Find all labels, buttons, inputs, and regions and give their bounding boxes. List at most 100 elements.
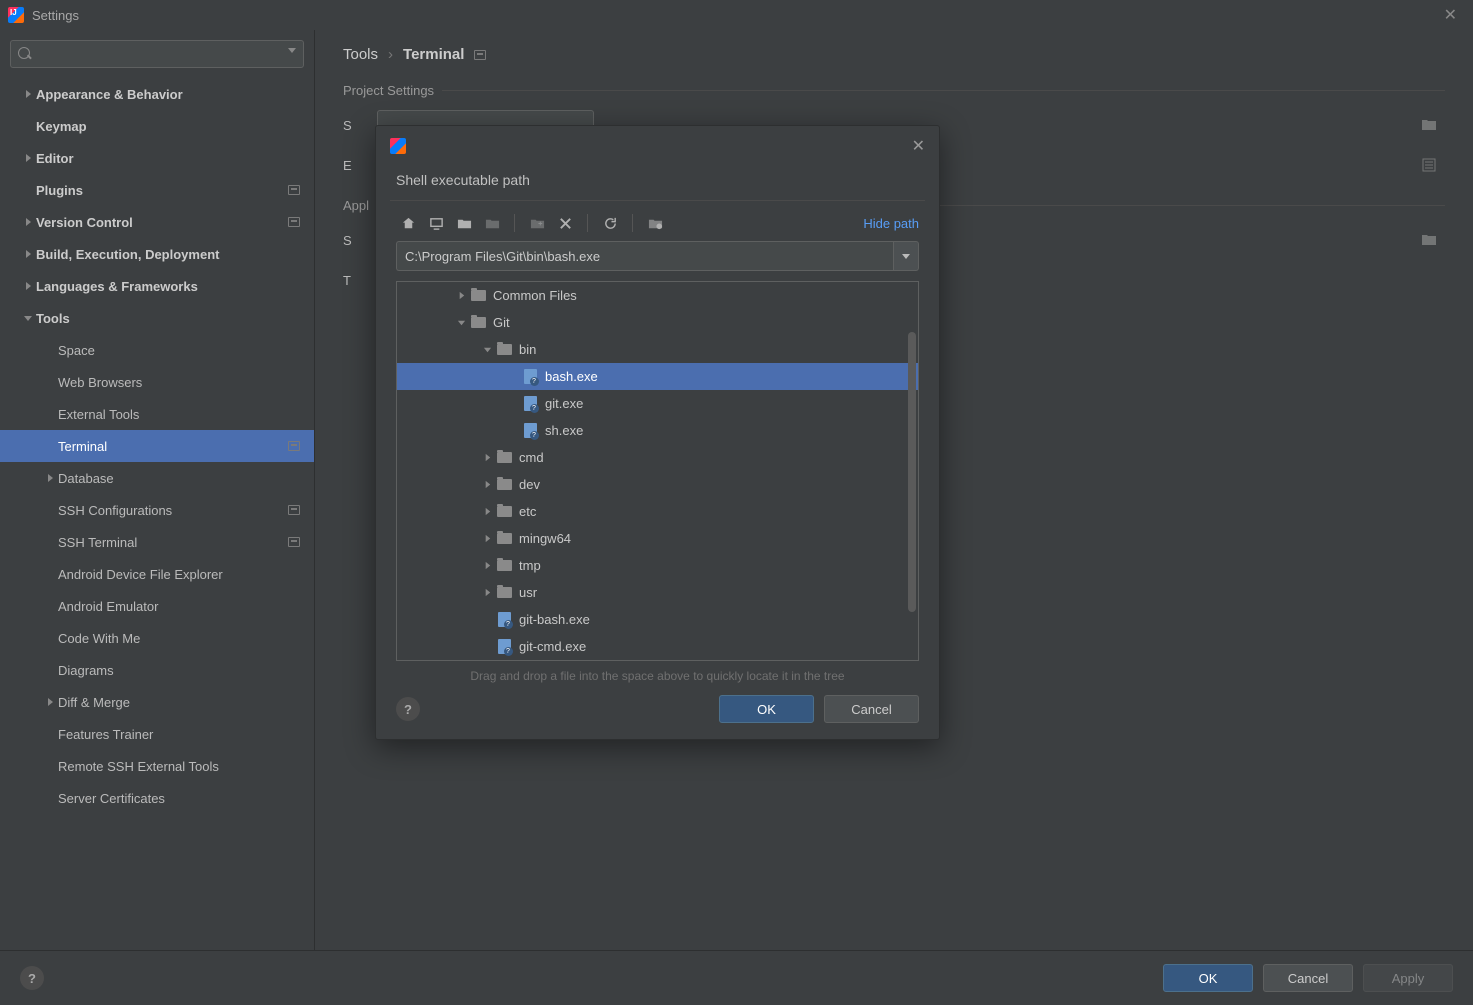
- refresh-icon[interactable]: [598, 211, 622, 235]
- chevron-right-icon[interactable]: [479, 507, 495, 516]
- chevron-right-icon[interactable]: [20, 89, 36, 99]
- home-icon[interactable]: [396, 211, 420, 235]
- sidebar-item-build-execution-deployment[interactable]: Build, Execution, Deployment: [0, 238, 314, 270]
- cancel-button[interactable]: Cancel: [824, 695, 919, 723]
- app-icon: [390, 138, 406, 154]
- file-tree-item[interactable]: LICENSE.txt: [397, 660, 918, 661]
- scope-badge-icon: [288, 537, 300, 547]
- label-tab-name: T: [343, 273, 365, 288]
- sidebar-item-appearance-behavior[interactable]: Appearance & Behavior: [0, 78, 314, 110]
- file-tree-label: cmd: [519, 450, 544, 465]
- cancel-button[interactable]: Cancel: [1263, 964, 1353, 992]
- sidebar-item-features-trainer[interactable]: Features Trainer: [0, 718, 314, 750]
- sidebar-item-android-emulator[interactable]: Android Emulator: [0, 590, 314, 622]
- file-tree-item[interactable]: git-cmd.exe: [397, 633, 918, 660]
- sidebar-item-diff-merge[interactable]: Diff & Merge: [0, 686, 314, 718]
- sidebar-item-version-control[interactable]: Version Control: [0, 206, 314, 238]
- chevron-right-icon[interactable]: [453, 291, 469, 300]
- breadcrumb-leaf: Terminal: [403, 46, 464, 63]
- hide-path-link[interactable]: Hide path: [863, 216, 919, 231]
- chevron-right-icon[interactable]: [479, 480, 495, 489]
- breadcrumb-root[interactable]: Tools: [343, 46, 378, 63]
- sidebar-item-android-device-file-explorer[interactable]: Android Device File Explorer: [0, 558, 314, 590]
- chevron-right-icon[interactable]: [20, 281, 36, 291]
- desktop-icon[interactable]: [424, 211, 448, 235]
- sidebar-item-web-browsers[interactable]: Web Browsers: [0, 366, 314, 398]
- file-tree-item[interactable]: Common Files: [397, 282, 918, 309]
- chevron-right-icon[interactable]: [20, 249, 36, 259]
- sidebar-item-terminal[interactable]: Terminal: [0, 430, 314, 462]
- sidebar-item-ssh-terminal[interactable]: SSH Terminal: [0, 526, 314, 558]
- file-tree-label: git.exe: [545, 396, 583, 411]
- file-tree-item[interactable]: cmd: [397, 444, 918, 471]
- scope-badge-icon: [474, 50, 486, 60]
- sidebar-item-editor[interactable]: Editor: [0, 142, 314, 174]
- chevron-right-icon[interactable]: [479, 561, 495, 570]
- sidebar-item-ssh-configurations[interactable]: SSH Configurations: [0, 494, 314, 526]
- sidebar-item-server-certificates[interactable]: Server Certificates: [0, 782, 314, 814]
- path-dropdown-icon[interactable]: [893, 241, 919, 271]
- close-icon[interactable]: ✕: [912, 136, 925, 156]
- help-icon[interactable]: ?: [396, 697, 420, 721]
- sidebar-item-label: Languages & Frameworks: [36, 279, 198, 294]
- file-tree-item[interactable]: etc: [397, 498, 918, 525]
- delete-icon[interactable]: [553, 211, 577, 235]
- chevron-right-icon[interactable]: [479, 534, 495, 543]
- sidebar-item-label: Android Emulator: [58, 599, 158, 614]
- chevron-down-icon[interactable]: [453, 318, 469, 327]
- chevron-right-icon: ›: [388, 46, 393, 63]
- apply-button[interactable]: Apply: [1363, 964, 1453, 992]
- file-tree-item[interactable]: dev: [397, 471, 918, 498]
- folder-browse-icon[interactable]: [1421, 117, 1437, 133]
- path-input[interactable]: [396, 241, 893, 271]
- ok-button[interactable]: OK: [1163, 964, 1253, 992]
- close-icon[interactable]: ✕: [1436, 1, 1465, 29]
- sidebar-item-code-with-me[interactable]: Code With Me: [0, 622, 314, 654]
- help-icon[interactable]: ?: [20, 966, 44, 990]
- list-edit-icon[interactable]: [1421, 157, 1437, 173]
- folder-icon: [495, 558, 513, 574]
- search-input[interactable]: [10, 40, 304, 68]
- sidebar-item-external-tools[interactable]: External Tools: [0, 398, 314, 430]
- file-tree-label: Common Files: [493, 288, 577, 303]
- scrollbar[interactable]: [908, 332, 916, 612]
- sidebar-item-label: Plugins: [36, 183, 83, 198]
- sidebar-item-keymap[interactable]: Keymap: [0, 110, 314, 142]
- sidebar-item-tools[interactable]: Tools: [0, 302, 314, 334]
- file-tree-item[interactable]: Git: [397, 309, 918, 336]
- sidebar-item-remote-ssh-external-tools[interactable]: Remote SSH External Tools: [0, 750, 314, 782]
- chevron-down-icon[interactable]: [20, 313, 36, 323]
- file-tree-item[interactable]: bash.exe: [397, 363, 918, 390]
- file-tree: Common Files Gitbinbash.exe git.exe sh.exe c…: [396, 281, 919, 661]
- search-dropdown-icon[interactable]: [288, 48, 296, 53]
- sidebar-item-space[interactable]: Space: [0, 334, 314, 366]
- file-tree-item[interactable]: git.exe: [397, 390, 918, 417]
- file-tree-item[interactable]: git-bash.exe: [397, 606, 918, 633]
- sidebar-item-label: Web Browsers: [58, 375, 142, 390]
- sidebar-item-label: Android Device File Explorer: [58, 567, 223, 582]
- sidebar-item-languages-frameworks[interactable]: Languages & Frameworks: [0, 270, 314, 302]
- folder-browse-icon[interactable]: [1421, 232, 1437, 248]
- ok-button[interactable]: OK: [719, 695, 814, 723]
- file-tree-item[interactable]: usr: [397, 579, 918, 606]
- file-tree-item[interactable]: tmp: [397, 552, 918, 579]
- sidebar-item-label: Features Trainer: [58, 727, 153, 742]
- file-tree-item[interactable]: mingw64: [397, 525, 918, 552]
- file-tree-item[interactable]: sh.exe: [397, 417, 918, 444]
- chevron-right-icon[interactable]: [479, 588, 495, 597]
- chevron-right-icon[interactable]: [479, 453, 495, 462]
- label-shell-path: S: [343, 233, 365, 248]
- exe-file-icon: [521, 396, 539, 412]
- chevron-right-icon[interactable]: [20, 217, 36, 227]
- chevron-right-icon[interactable]: [20, 153, 36, 163]
- project-icon[interactable]: [452, 211, 476, 235]
- label-env-vars: E: [343, 158, 365, 173]
- chevron-down-icon[interactable]: [479, 345, 495, 354]
- chevron-right-icon[interactable]: [42, 697, 58, 707]
- file-tree-item[interactable]: bin: [397, 336, 918, 363]
- chevron-right-icon[interactable]: [42, 473, 58, 483]
- sidebar-item-plugins[interactable]: Plugins: [0, 174, 314, 206]
- sidebar-item-diagrams[interactable]: Diagrams: [0, 654, 314, 686]
- show-hidden-icon[interactable]: [643, 211, 667, 235]
- sidebar-item-database[interactable]: Database: [0, 462, 314, 494]
